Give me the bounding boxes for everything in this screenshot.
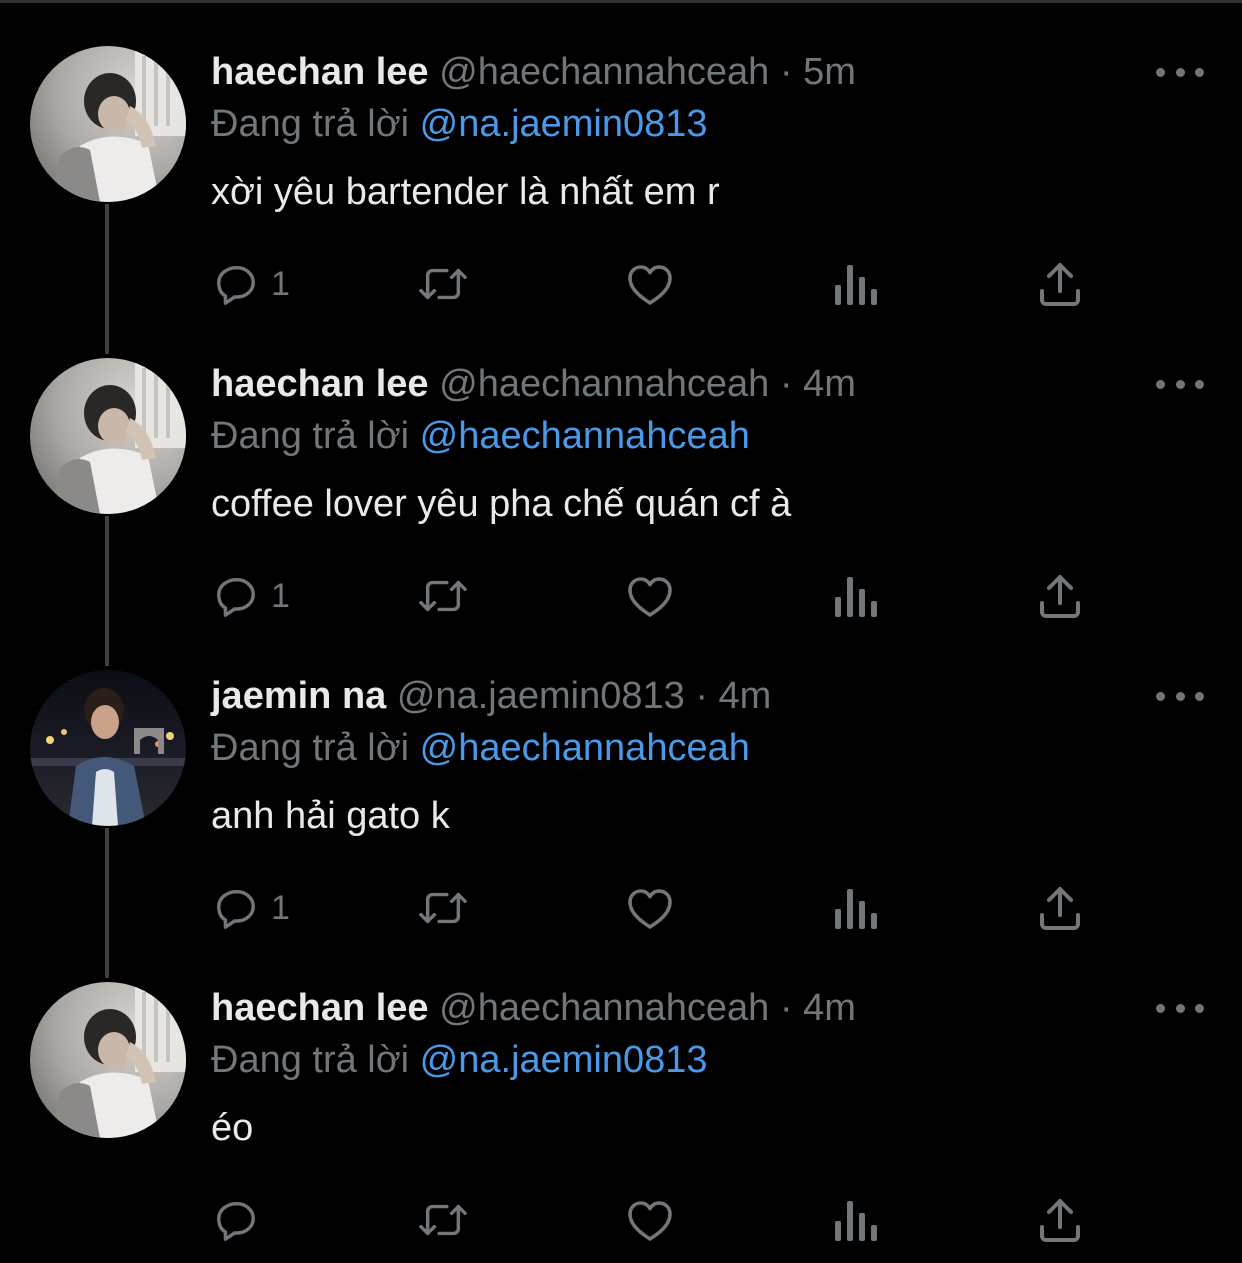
like-button[interactable] [626, 1190, 674, 1250]
replying-to: Đang trả lời @haechannahceah [211, 412, 750, 460]
more-horizontal-icon [1156, 379, 1165, 389]
share-upload-icon [1040, 263, 1080, 306]
display-name[interactable]: haechan lee [211, 363, 429, 405]
share-button[interactable] [1038, 566, 1082, 626]
reply-mention-link[interactable]: @na.jaemin0813 [420, 1039, 708, 1081]
replying-to: Đang trả lời @na.jaemin0813 [211, 100, 708, 148]
reply-bubble-icon [217, 1201, 255, 1241]
tweet-header: haechan lee @haechannahceah · 4m [211, 984, 856, 1032]
more-horizontal-icon [1156, 691, 1165, 701]
share-upload-icon [1040, 575, 1080, 618]
views-chart-icon [835, 265, 877, 305]
user-handle[interactable]: @haechannahceah [439, 363, 769, 405]
avatar[interactable] [30, 982, 186, 1138]
reply-bubble-icon [217, 265, 255, 305]
like-button[interactable] [626, 566, 674, 626]
more-horizontal-icon [1156, 67, 1165, 77]
reply-bubble-icon [217, 889, 255, 929]
tweet-header: haechan lee @haechannahceah · 4m [211, 360, 856, 408]
tweet[interactable]: haechan lee @haechannahceah · 4m Đang tr… [0, 312, 1242, 624]
separator-dot: · [779, 987, 793, 1029]
reply-count: 1 [271, 265, 290, 303]
reply-mention-link[interactable]: @na.jaemin0813 [420, 103, 708, 145]
replying-to: Đang trả lời @haechannahceah [211, 724, 750, 772]
reply-mention-link[interactable]: @haechannahceah [420, 727, 750, 769]
timestamp[interactable]: 4m [803, 987, 856, 1029]
timestamp[interactable]: 5m [803, 51, 856, 93]
reply-prefix: Đang trả lời [211, 1039, 410, 1081]
retweet-icon [419, 580, 467, 612]
share-upload-icon [1040, 887, 1080, 930]
separator-dot: · [779, 363, 793, 405]
tweet[interactable]: haechan lee @haechannahceah · 4m Đang tr… [0, 936, 1242, 1248]
user-handle[interactable]: @haechannahceah [439, 987, 769, 1029]
retweet-icon [419, 1204, 467, 1236]
tweet-actions: 1 [0, 878, 1242, 938]
views-chart-icon [835, 577, 877, 617]
tweet-header: jaemin na @na.jaemin0813 · 4m [211, 672, 771, 720]
tweet-actions: 1 [0, 566, 1242, 626]
share-button[interactable] [1038, 878, 1082, 938]
reply-button[interactable]: 1 [213, 254, 290, 314]
share-button[interactable] [1038, 254, 1082, 314]
display-name[interactable]: jaemin na [211, 675, 386, 717]
heart-icon [628, 889, 672, 929]
reply-prefix: Đang trả lời [211, 727, 410, 769]
views-button[interactable] [835, 1190, 877, 1250]
tweet-text: coffee lover yêu pha chế quán cf à [211, 483, 792, 525]
retweet-button[interactable] [417, 1190, 469, 1250]
retweet-button[interactable] [417, 254, 469, 314]
reply-button[interactable]: 1 [213, 878, 290, 938]
like-button[interactable] [626, 878, 674, 938]
tweet-header: haechan lee @haechannahceah · 5m [211, 48, 856, 96]
heart-icon [628, 265, 672, 305]
user-handle[interactable]: @haechannahceah [439, 51, 769, 93]
reply-prefix: Đang trả lời [211, 415, 410, 457]
display-name[interactable]: haechan lee [211, 987, 429, 1029]
reply-count: 1 [271, 889, 290, 927]
reply-prefix: Đang trả lời [211, 103, 410, 145]
views-button[interactable] [835, 254, 877, 314]
views-button[interactable] [835, 566, 877, 626]
tweet-actions: 1 [0, 254, 1242, 314]
views-button[interactable] [835, 878, 877, 938]
timestamp[interactable]: 4m [803, 363, 856, 405]
reply-mention-link[interactable]: @haechannahceah [420, 415, 750, 457]
avatar[interactable] [30, 46, 186, 202]
display-name[interactable]: haechan lee [211, 51, 429, 93]
tweet-text: xời yêu bartender là nhất em r [211, 171, 720, 213]
separator-dot: · [779, 51, 793, 93]
avatar[interactable] [30, 670, 186, 826]
retweet-icon [419, 268, 467, 300]
avatar[interactable] [30, 358, 186, 514]
retweet-button[interactable] [417, 878, 469, 938]
more-options-button[interactable] [1156, 994, 1204, 1022]
tweet[interactable]: haechan lee @haechannahceah · 5m Đang tr… [0, 0, 1242, 312]
tweet[interactable]: jaemin na @na.jaemin0813 · 4m Đang trả l… [0, 624, 1242, 936]
more-horizontal-icon [1156, 1003, 1165, 1013]
retweet-button[interactable] [417, 566, 469, 626]
tweet-text: éo [211, 1107, 254, 1149]
views-chart-icon [835, 1201, 877, 1241]
like-button[interactable] [626, 254, 674, 314]
views-chart-icon [835, 889, 877, 929]
share-button[interactable] [1038, 1190, 1082, 1250]
reply-button[interactable]: 1 [213, 566, 290, 626]
more-options-button[interactable] [1156, 58, 1204, 86]
user-handle[interactable]: @na.jaemin0813 [397, 675, 685, 717]
reply-button[interactable] [213, 1190, 271, 1250]
share-upload-icon [1040, 1199, 1080, 1242]
heart-icon [628, 577, 672, 617]
tweet-actions [0, 1190, 1242, 1250]
heart-icon [628, 1201, 672, 1241]
more-options-button[interactable] [1156, 682, 1204, 710]
timestamp[interactable]: 4m [719, 675, 772, 717]
reply-count: 1 [271, 577, 290, 615]
replying-to: Đang trả lời @na.jaemin0813 [211, 1036, 708, 1084]
reply-bubble-icon [217, 577, 255, 617]
retweet-icon [419, 892, 467, 924]
tweet-text: anh hải gato k [211, 795, 450, 837]
separator-dot: · [695, 675, 708, 717]
more-options-button[interactable] [1156, 370, 1204, 398]
